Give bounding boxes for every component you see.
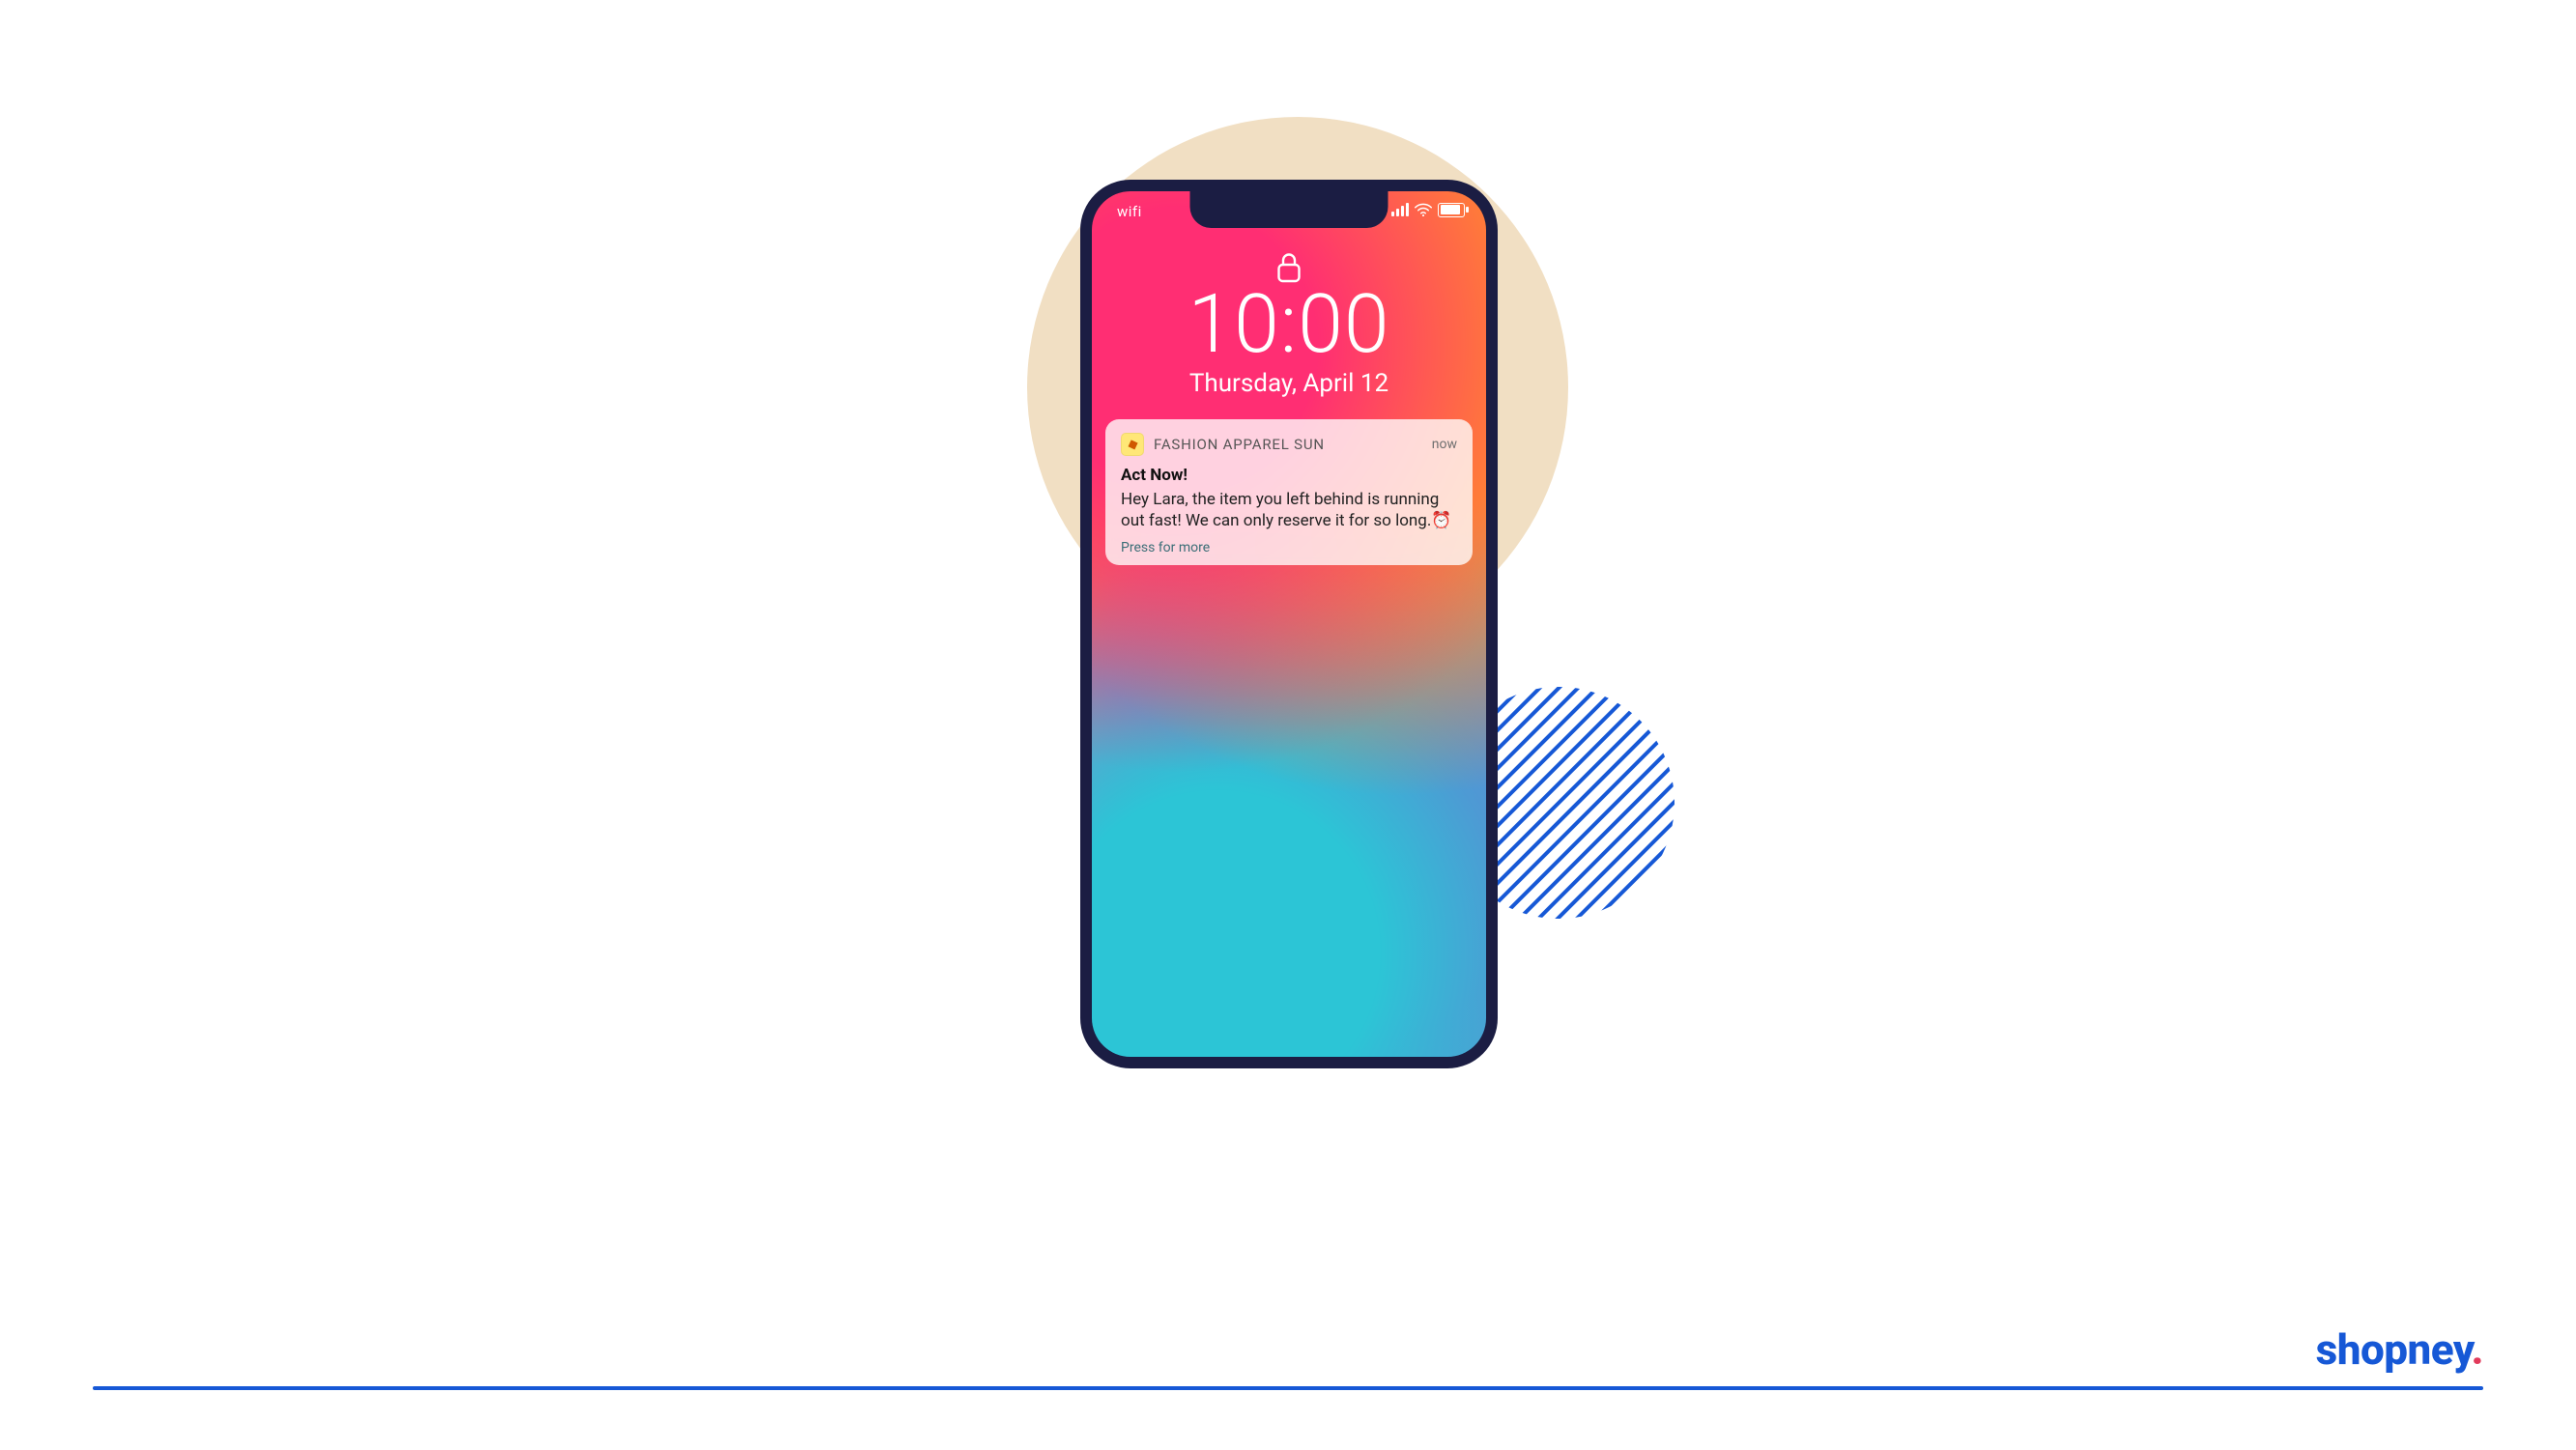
footer-divider	[93, 1386, 2483, 1390]
signal-icon	[1391, 203, 1409, 216]
wifi-icon	[1415, 203, 1432, 216]
brand-dot: .	[2471, 1324, 2483, 1375]
notification-body-text: Hey Lara, the item you left behind is ru…	[1121, 490, 1439, 531]
status-right	[1391, 203, 1465, 217]
phone-frame: wifi	[1080, 180, 1498, 1068]
footer	[93, 1386, 2483, 1390]
notification-card[interactable]: ◆ FASHION APPAREL SUN now Act Now! Hey L…	[1105, 419, 1473, 566]
notification-title: Act Now!	[1121, 466, 1457, 485]
brand-logo: shopney.	[2316, 1324, 2483, 1375]
notification-app-name: FASHION APPAREL SUN	[1154, 436, 1325, 453]
phone-screen: wifi	[1092, 191, 1486, 1057]
brand-name: shopney	[2316, 1324, 2472, 1375]
notification-body: Hey Lara, the item you left behind is ru…	[1121, 489, 1457, 533]
lockscreen-date: Thursday, April 12	[1092, 369, 1486, 398]
status-left-label: wifi	[1117, 203, 1142, 220]
illustration-stage: wifi	[708, 88, 1868, 1247]
alarm-clock-icon: ⏰	[1431, 511, 1451, 530]
price-tag-icon: ◆	[1121, 433, 1144, 456]
phone-notch	[1190, 191, 1388, 228]
notification-time: now	[1432, 437, 1457, 452]
notification-press-more[interactable]: Press for more	[1121, 540, 1457, 555]
lockscreen-clock: 10:00 Thursday, April 12	[1092, 284, 1486, 398]
battery-icon	[1438, 203, 1465, 217]
notification-header: ◆ FASHION APPAREL SUN now	[1121, 433, 1457, 456]
lockscreen-time: 10:00	[1092, 284, 1486, 365]
